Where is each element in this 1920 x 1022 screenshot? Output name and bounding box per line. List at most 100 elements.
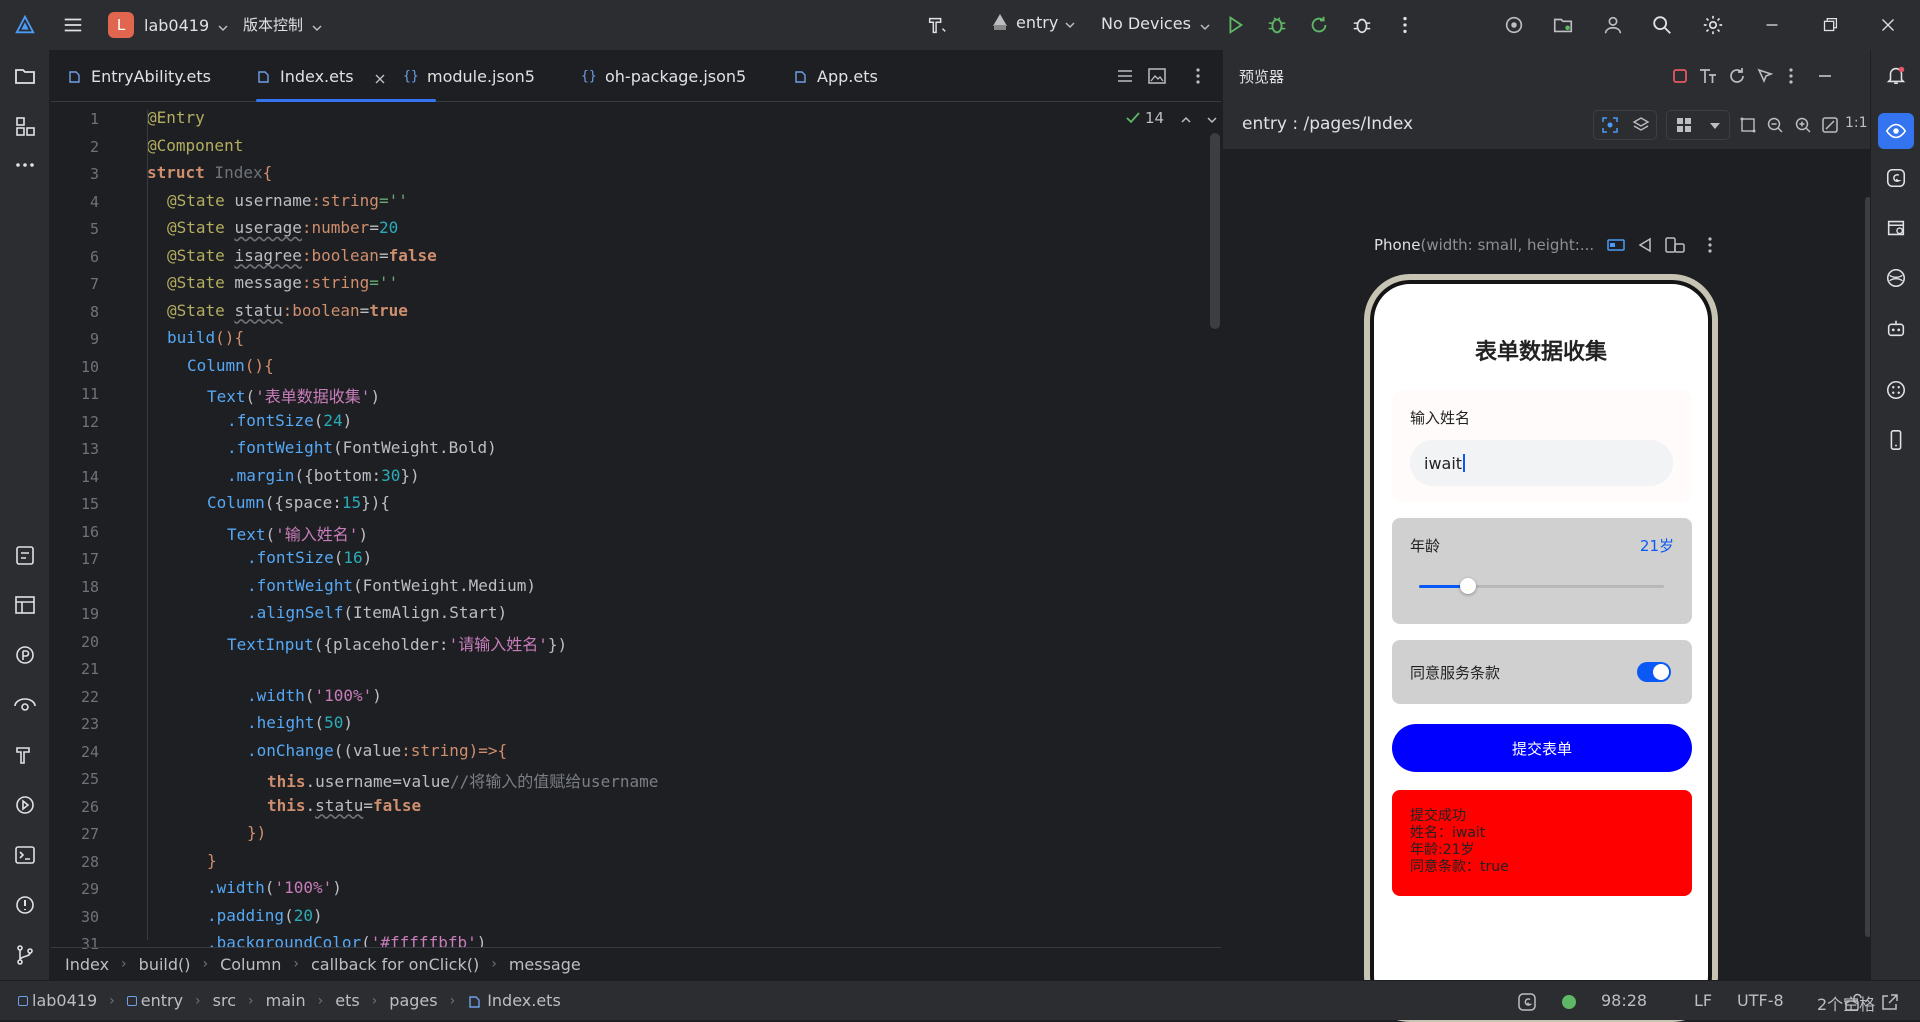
inspector-icon[interactable] [1755,66,1775,86]
ets-file-icon [793,69,807,83]
restore-icon[interactable] [1818,13,1842,37]
more-vertical-icon[interactable] [1393,13,1417,37]
zoom-in-icon[interactable] [1794,116,1812,134]
breadcrumb-item[interactable]: Column [220,955,281,974]
tab-entryability[interactable]: EntryAbility.ets [67,50,211,102]
device-frame-icon[interactable] [1606,236,1626,254]
stop-icon[interactable] [1670,66,1690,86]
structure-icon[interactable] [13,114,37,138]
previewer-eye-icon[interactable] [1878,113,1914,149]
list-view-icon[interactable] [1115,66,1135,86]
problems-icon[interactable] [13,893,37,917]
breadcrumb-item[interactable]: message [509,955,581,974]
submit-button[interactable]: 提交表单 [1392,724,1692,772]
close-tab-icon[interactable] [374,70,386,84]
scale-label[interactable]: 1:1 [1845,115,1868,131]
age-slider-thumb[interactable] [1460,578,1476,594]
minimize-panel-icon[interactable] [1815,66,1835,86]
caret-down-icon[interactable] [1708,118,1722,132]
hot-reload-icon[interactable] [1307,13,1331,37]
build-hammer-icon[interactable] [925,13,949,37]
minimize-icon[interactable] [1760,13,1784,37]
path-item[interactable]: main [266,991,306,1010]
main-menu-icon[interactable] [61,13,85,37]
path-item[interactable]: ets [335,991,359,1010]
run-panel-icon[interactable] [13,793,37,817]
rotate-back-icon[interactable] [1636,236,1654,254]
terminal-icon[interactable] [13,843,37,867]
git-branch-icon[interactable] [13,943,37,967]
codegenie-icon[interactable] [1882,164,1910,192]
path-item[interactable]: src [213,991,236,1010]
view-mode-group [1593,110,1657,140]
status-indicator-icon[interactable] [1562,995,1576,1009]
line-ending[interactable]: LF [1694,991,1712,1010]
gear-icon[interactable] [1701,13,1725,37]
refresh-icon[interactable] [1727,66,1747,86]
zoom-out-icon[interactable] [1766,116,1784,134]
profiler-icon[interactable] [13,643,37,667]
image-preview-icon[interactable] [1147,66,1167,86]
services-icon[interactable] [13,693,37,717]
editor-scrollbar[interactable] [1210,133,1220,329]
json-file-icon: {} [403,69,419,84]
project-structure-icon[interactable] [1551,13,1575,37]
palette-icon[interactable] [1882,376,1910,404]
folder-icon[interactable] [13,64,37,88]
run-config-selector[interactable]: entry [990,12,1076,32]
tab-app-ets[interactable]: App.ets [793,50,878,102]
tab-label: module.json5 [427,66,535,86]
build-icon[interactable] [13,743,37,767]
resource-manager-icon[interactable] [1882,214,1910,242]
tab-module-json5[interactable]: {} module.json5 [403,50,535,102]
run-icon[interactable] [1223,13,1247,37]
chevron-down-icon[interactable] [1206,112,1218,124]
attach-debugger-icon[interactable] [1350,13,1374,37]
path-item[interactable]: Index.ets [487,991,561,1010]
breadcrumb-item[interactable]: Index [65,955,109,974]
path-item[interactable]: entry [141,991,183,1010]
share-icon[interactable] [1880,992,1900,1012]
fit-frame-icon[interactable] [1739,116,1757,134]
debug-icon[interactable] [1265,13,1289,37]
file-encoding[interactable]: UTF-8 [1737,991,1784,1010]
grid-icon[interactable] [1675,116,1693,134]
vcs-menu[interactable]: 版本控制 [243,14,323,35]
code-line: .fontWeight(FontWeight.Bold) [227,438,497,457]
code-area[interactable]: @Entry @Component struct Index{ @State u… [147,102,1197,947]
name-input[interactable]: iwait [1410,440,1673,486]
todo-icon[interactable] [13,543,37,567]
project-selector[interactable]: L lab0419 [108,12,229,38]
unlock-icon[interactable] [1843,992,1863,1012]
fit-screen-icon[interactable] [1821,116,1839,134]
robot-icon[interactable] [1882,314,1910,342]
rotate-device-icon[interactable] [1664,236,1686,254]
user-account-icon[interactable] [1601,13,1625,37]
breadcrumb-item[interactable]: callback for onClick() [311,955,479,974]
more-vertical-icon[interactable] [1781,66,1801,86]
more-horizontal-icon[interactable] [13,153,37,177]
device-phone-icon[interactable] [1882,426,1910,454]
database-icon[interactable] [1882,264,1910,292]
more-vertical-icon[interactable] [1188,66,1208,86]
age-slider[interactable] [1419,578,1664,594]
path-item[interactable]: pages [389,991,437,1010]
focus-icon[interactable] [1601,116,1619,134]
layout-icon[interactable] [13,593,37,617]
text-size-icon[interactable] [1698,66,1718,86]
tab-oh-package-json5[interactable]: {} oh-package.json5 [581,50,746,102]
close-icon[interactable] [1876,13,1900,37]
codegenie-status-icon[interactable] [1517,992,1537,1012]
notifications-icon[interactable] [1882,61,1910,89]
right-tool-bar [1870,50,1920,980]
device-selector[interactable]: No Devices [1101,14,1211,33]
agree-toggle[interactable] [1637,662,1671,682]
search-icon[interactable] [1650,13,1674,37]
layers-icon[interactable] [1632,116,1650,134]
more-vertical-icon[interactable] [1702,236,1718,254]
code-line: this.statu=false [267,795,422,815]
device-manager-icon[interactable] [1502,13,1526,37]
path-item[interactable]: lab0419 [32,991,97,1010]
cursor-position[interactable]: 98:28 [1601,991,1647,1010]
breadcrumb-item[interactable]: build() [139,955,191,974]
